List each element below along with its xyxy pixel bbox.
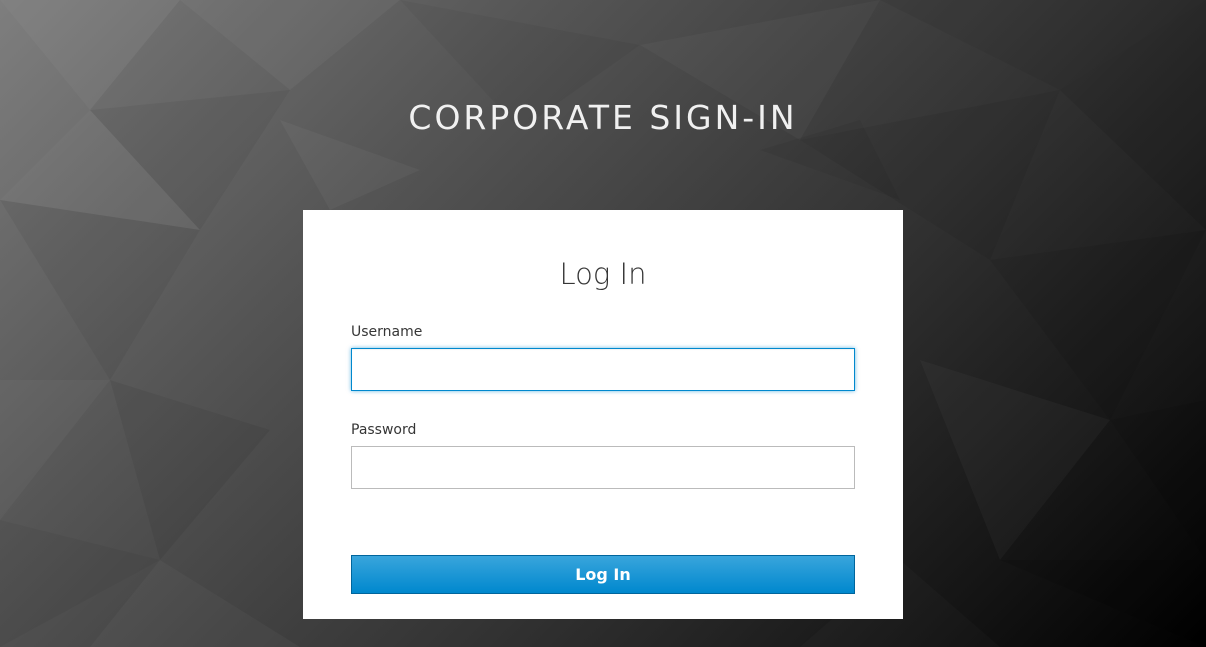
- username-input[interactable]: [351, 348, 855, 391]
- password-input[interactable]: [351, 446, 855, 489]
- password-label: Password: [351, 422, 417, 438]
- page-title: CORPORATE SIGN-IN: [408, 98, 798, 137]
- login-heading: Log In: [559, 257, 647, 291]
- login-card: Log In Username Password Log In: [303, 210, 903, 619]
- username-label: Username: [351, 324, 423, 340]
- login-button[interactable]: Log In: [351, 555, 855, 594]
